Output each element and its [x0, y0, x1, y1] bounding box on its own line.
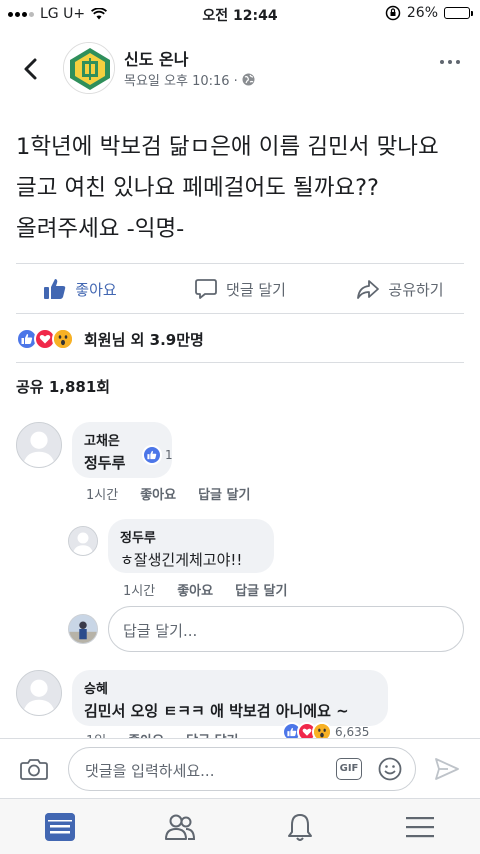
comment-icon: [195, 279, 217, 299]
share-icon: [357, 280, 380, 299]
post-actions: 좋아요 댓글 달기 공유하기: [0, 268, 480, 310]
comment-bubble: 승혜 김민서 오잉 ㅌㅋㅋ 애 박보검 아니에요 ~: [72, 670, 388, 726]
globe-icon: [242, 73, 255, 86]
reply-meta: 1시간 좋아요 답글 달기: [123, 580, 287, 599]
avatar[interactable]: [16, 422, 62, 468]
post-meta: 목요일 오후 10:16 ·: [124, 70, 255, 89]
comment-text: 김민서 오잉 ㅌㅋㅋ 애 박보검 아니에요 ~: [84, 702, 349, 720]
send-icon[interactable]: [434, 757, 460, 781]
reply-time: 1시간: [123, 584, 156, 599]
user-photo-icon: [69, 615, 97, 643]
like-reaction-icon: [142, 445, 162, 465]
reply-text: ㅎ잘생긴게체고야!!: [120, 551, 243, 569]
comment-composer: 댓글을 입력하세요... GIF: [0, 738, 480, 798]
comment-meta: 1시간 좋아요 답글 달기: [86, 484, 250, 503]
default-avatar-icon: [17, 671, 61, 715]
tab-menu[interactable]: [360, 799, 480, 854]
reaction-icons: [16, 328, 74, 350]
divider: [16, 313, 464, 314]
share-label: 공유하기: [388, 280, 444, 299]
reply-like-button[interactable]: 좋아요: [177, 580, 213, 599]
back-arrow-icon[interactable]: [16, 54, 46, 84]
tab-news-feed[interactable]: [0, 799, 120, 854]
comment-like-number: 1: [165, 448, 173, 462]
avatar[interactable]: [16, 670, 62, 716]
tab-notifications[interactable]: [240, 799, 360, 854]
reply-bubble: 정두루 ㅎ잘생긴게체고야!!: [108, 519, 274, 573]
post-text: 1학년에 박보검 닮ㅁ은애 이름 김민서 맞나요 글고 여친 있나요 페메걸어도…: [16, 134, 439, 242]
post-time[interactable]: 목요일 오후 10:16 ·: [124, 70, 238, 89]
more-options-icon[interactable]: [440, 60, 460, 64]
orientation-lock-icon: [385, 5, 401, 21]
school-logo-icon: [64, 43, 114, 93]
reply-author[interactable]: 정두루: [120, 527, 262, 546]
wow-reaction-icon: [52, 328, 74, 350]
page-name[interactable]: 신도 온나: [124, 46, 188, 70]
tab-friends[interactable]: [120, 799, 240, 854]
default-avatar-icon: [17, 423, 61, 467]
avatar[interactable]: [68, 526, 98, 556]
page-avatar[interactable]: [63, 42, 115, 94]
divider: [16, 362, 464, 363]
gif-button[interactable]: GIF: [336, 758, 362, 780]
emoji-icon[interactable]: [378, 757, 402, 781]
comment-like-count[interactable]: 1: [142, 445, 173, 465]
comment-time: 1시간: [86, 488, 119, 503]
comment-reply-button[interactable]: 답글 달기: [198, 484, 250, 503]
reactions-count: 회원님 외 3.9만명: [84, 330, 204, 349]
hamburger-menu-icon: [406, 816, 434, 837]
reply-reply-button[interactable]: 답글 달기: [235, 580, 287, 599]
like-button[interactable]: 좋아요: [0, 268, 160, 310]
friends-icon: [165, 814, 196, 840]
thumbs-up-icon: [44, 279, 66, 299]
reactions-summary[interactable]: 회원님 외 3.9만명: [16, 328, 204, 350]
comment-input[interactable]: 댓글을 입력하세요...: [68, 747, 416, 791]
battery-percent: 26%: [406, 5, 438, 21]
share-button[interactable]: 공유하기: [320, 268, 480, 310]
bell-icon: [288, 813, 312, 841]
comment-button[interactable]: 댓글 달기: [160, 268, 320, 310]
comment-author[interactable]: 승혜: [84, 678, 376, 697]
comment-reaction-number: 6,635: [335, 725, 370, 739]
bottom-tab-bar: [0, 798, 480, 854]
post-header: 신도 온나 목요일 오후 10:16 ·: [0, 36, 480, 102]
divider: [16, 263, 464, 264]
news-feed-icon: [45, 812, 75, 841]
like-label: 좋아요: [75, 280, 117, 299]
status-bar: LG U+ 오전 12:44 26%: [0, 0, 480, 30]
camera-icon[interactable]: [20, 757, 48, 781]
reply-input[interactable]: 답글 달기...: [108, 606, 464, 652]
comment-like-button[interactable]: 좋아요: [140, 484, 176, 503]
shares-count[interactable]: 공유 1,881회: [16, 376, 110, 397]
status-right: 26%: [385, 5, 473, 21]
battery-icon: [444, 7, 473, 19]
avatar[interactable]: [68, 614, 98, 644]
default-avatar-icon: [69, 527, 97, 555]
comment-label: 댓글 달기: [226, 280, 286, 299]
